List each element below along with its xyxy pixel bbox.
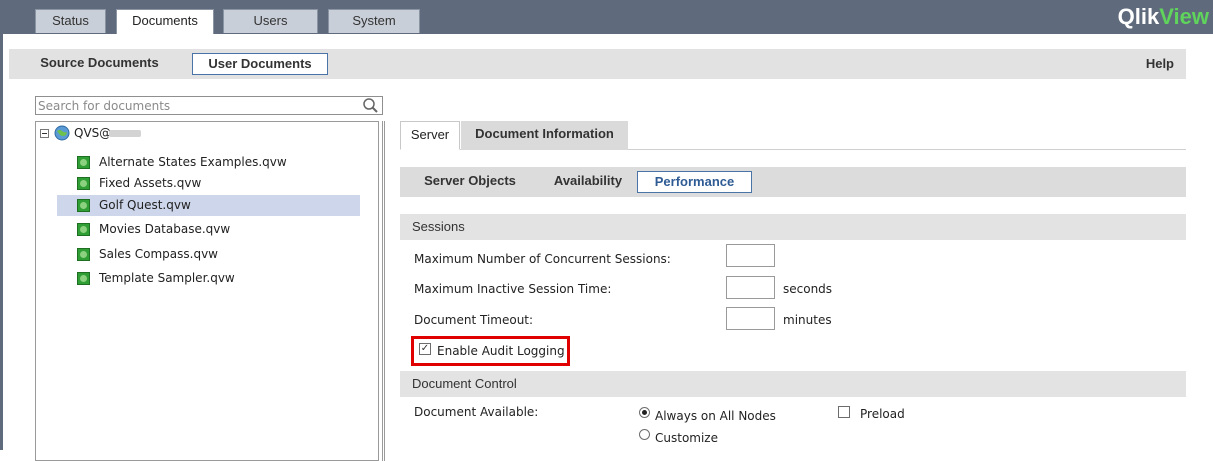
tab-server[interactable]: Server <box>400 121 460 150</box>
server-label: QVS@ <box>74 126 112 140</box>
panel-splitter[interactable] <box>382 121 385 461</box>
seconds-unit-label: seconds <box>783 282 833 296</box>
tab-system[interactable]: System <box>328 9 420 33</box>
doc-timeout-label: Document Timeout: <box>414 313 534 327</box>
always-on-all-nodes-label: Always on All Nodes <box>655 409 776 423</box>
qvw-document-icon <box>77 272 90 285</box>
tab-availability[interactable]: Availability <box>543 171 633 193</box>
radio-customize[interactable] <box>639 429 650 440</box>
document-available-label: Document Available: <box>414 405 539 419</box>
left-edge-accent <box>0 34 3 450</box>
tab-documents[interactable]: Documents <box>116 9 214 34</box>
qvw-document-icon <box>77 199 90 212</box>
qvw-document-icon <box>77 177 90 190</box>
doc-timeout-input[interactable] <box>726 307 775 330</box>
document-type-bar: Source Documents User Documents Help <box>9 49 1186 79</box>
help-link[interactable]: Help <box>1146 53 1174 75</box>
tab-performance[interactable]: Performance <box>637 171 752 193</box>
qvw-document-icon <box>77 223 90 236</box>
audit-logging-label: Enable Audit Logging <box>437 344 565 358</box>
tab-users[interactable]: Users <box>223 9 318 33</box>
list-item[interactable]: Sales Compass.qvw <box>57 244 360 265</box>
preload-checkbox[interactable] <box>838 406 850 418</box>
audit-logging-checkbox[interactable]: ✓ <box>419 343 431 355</box>
sessions-section-header: Sessions <box>400 214 1186 240</box>
list-item[interactable]: Alternate States Examples.qvw <box>57 152 360 173</box>
tab-source-documents[interactable]: Source Documents <box>17 53 182 75</box>
radio-always-on-all-nodes[interactable] <box>639 407 650 418</box>
tab-user-documents[interactable]: User Documents <box>192 53 328 75</box>
server-globe-icon <box>53 125 71 145</box>
server-subtab-bar: Server Objects Availability Performance <box>400 167 1186 197</box>
collapse-icon[interactable] <box>40 129 49 138</box>
list-item[interactable]: Fixed Assets.qvw <box>57 173 360 194</box>
list-item-selected[interactable]: Golf Quest.qvw <box>57 195 360 216</box>
qvw-document-icon <box>77 248 90 261</box>
search-input[interactable] <box>35 96 383 115</box>
redacted-server-name <box>109 130 141 137</box>
customize-label: Customize <box>655 431 718 445</box>
tab-document-information[interactable]: Document Information <box>461 121 628 150</box>
top-nav-bar: Status Documents Users System QlikView <box>0 0 1213 34</box>
preload-label: Preload <box>860 407 905 421</box>
list-item[interactable]: Movies Database.qvw <box>57 219 360 240</box>
logo-part-1: Qlik <box>1117 4 1160 29</box>
document-name: Golf Quest.qvw <box>99 198 191 212</box>
logo-part-2: View <box>1159 4 1209 29</box>
document-name: Movies Database.qvw <box>99 222 231 236</box>
qlikview-logo: QlikView <box>1118 4 1209 30</box>
document-name: Template Sampler.qvw <box>99 271 235 285</box>
search-icon[interactable] <box>361 96 381 115</box>
list-item[interactable]: Template Sampler.qvw <box>57 268 360 289</box>
document-control-section-header: Document Control <box>400 371 1186 397</box>
inactive-time-input[interactable] <box>726 276 775 299</box>
max-sessions-input[interactable] <box>726 244 775 267</box>
qvw-document-icon <box>77 156 90 169</box>
tab-server-objects[interactable]: Server Objects <box>410 171 530 193</box>
tab-status[interactable]: Status <box>35 9 106 33</box>
document-name: Sales Compass.qvw <box>99 247 218 261</box>
minutes-unit-label: minutes <box>783 313 832 327</box>
inactive-time-label: Maximum Inactive Session Time: <box>414 282 612 296</box>
max-sessions-label: Maximum Number of Concurrent Sessions: <box>414 252 671 266</box>
document-name: Fixed Assets.qvw <box>99 176 202 190</box>
document-name: Alternate States Examples.qvw <box>99 155 287 169</box>
